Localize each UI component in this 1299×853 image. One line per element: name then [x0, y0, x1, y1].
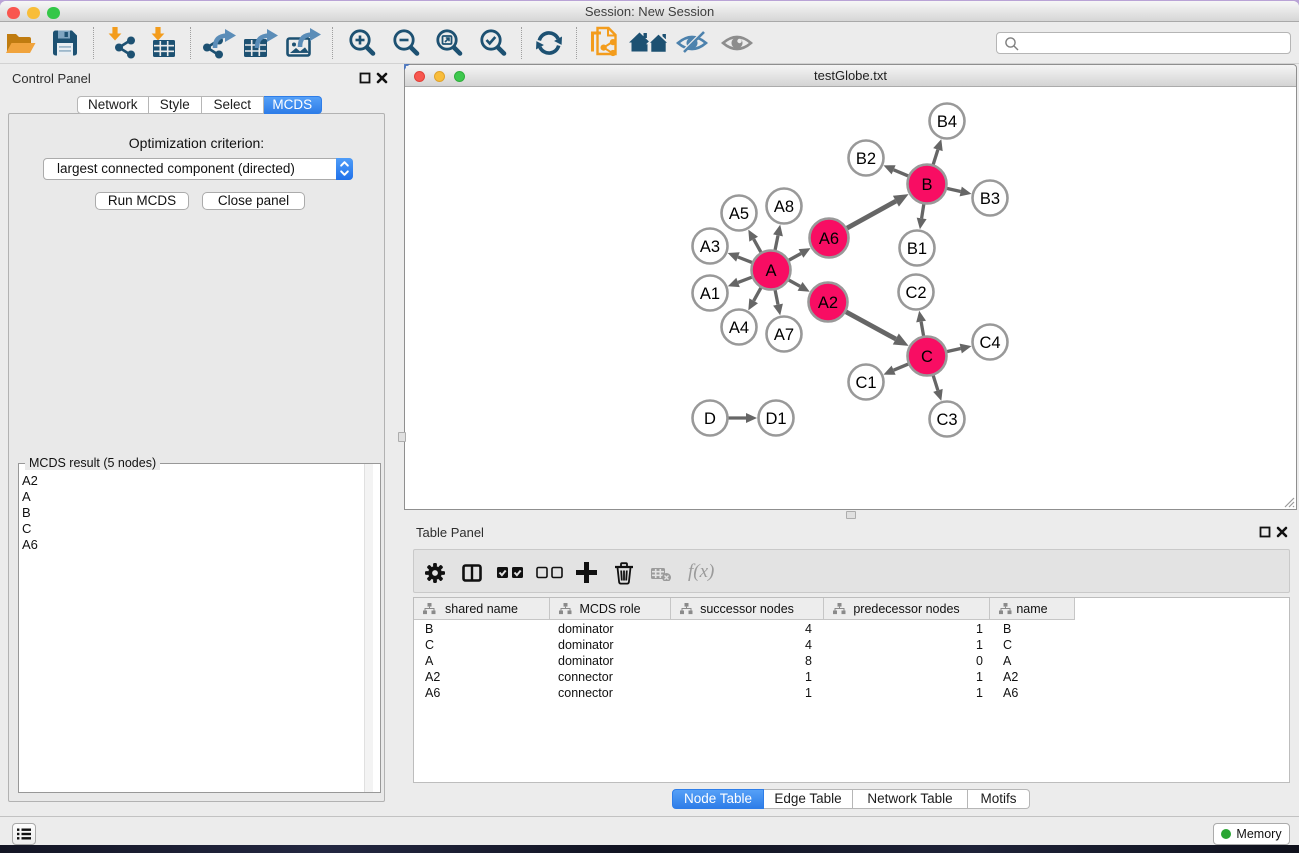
svg-text:C1: C1 — [855, 374, 876, 392]
svg-text:A4: A4 — [729, 319, 749, 337]
svg-text:A3: A3 — [700, 238, 720, 256]
svg-text:A7: A7 — [774, 326, 794, 344]
svg-text:B4: B4 — [937, 113, 957, 131]
svg-text:D1: D1 — [765, 410, 786, 428]
svg-text:A6: A6 — [819, 230, 839, 248]
svg-text:C: C — [921, 348, 933, 366]
svg-text:B: B — [921, 176, 932, 194]
svg-text:C2: C2 — [905, 284, 926, 302]
svg-text:A: A — [765, 262, 776, 280]
svg-text:A1: A1 — [700, 285, 720, 303]
svg-text:B2: B2 — [856, 150, 876, 168]
svg-text:B3: B3 — [980, 190, 1000, 208]
svg-text:A8: A8 — [774, 198, 794, 216]
svg-text:C4: C4 — [979, 334, 1000, 352]
svg-text:A2: A2 — [818, 294, 838, 312]
svg-text:A5: A5 — [729, 205, 749, 223]
svg-text:D: D — [704, 410, 716, 428]
svg-text:B1: B1 — [907, 240, 927, 258]
svg-text:C3: C3 — [936, 411, 957, 429]
